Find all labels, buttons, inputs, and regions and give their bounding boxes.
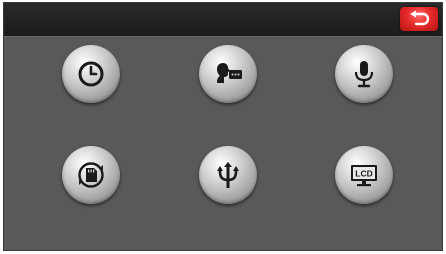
back-arrow-icon [410,10,430,26]
speech-button[interactable] [199,45,257,103]
top-bar [4,3,442,37]
microphone-button[interactable] [335,45,393,103]
device-screen: LCD [3,2,443,251]
memory-card-sync-icon [78,162,104,188]
microphone-icon [354,61,374,88]
lcd-button[interactable]: LCD [335,146,393,204]
back-button[interactable] [400,7,438,31]
clock-icon [78,61,104,87]
usb-icon [217,162,239,188]
usb-button[interactable] [199,146,257,204]
speech-icon [217,63,242,83]
lcd-monitor-icon: LCD [351,165,377,187]
clock-button[interactable] [62,45,120,103]
lcd-label: LCD [355,169,372,179]
memory-card-button[interactable] [62,146,120,204]
